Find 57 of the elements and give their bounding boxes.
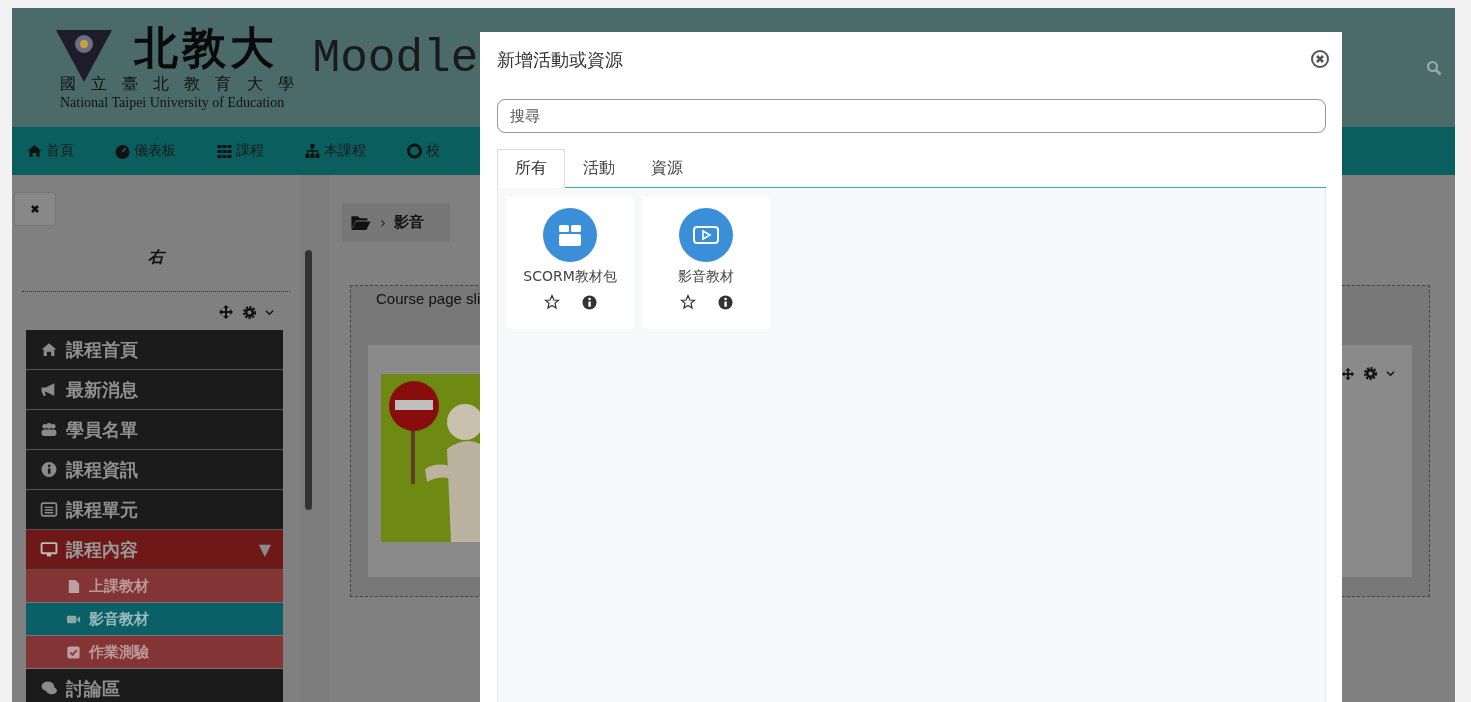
breadcrumb-link[interactable]: 影音 <box>394 213 424 232</box>
close-button[interactable] <box>14 192 56 226</box>
sitemap-icon <box>304 143 321 159</box>
tab[interactable]: 資源 <box>633 149 701 187</box>
info-icon[interactable] <box>717 294 733 310</box>
grid-icon <box>216 143 233 159</box>
caret-icon[interactable] <box>265 307 274 317</box>
close-icon[interactable] <box>1310 49 1330 69</box>
users-icon <box>40 421 58 438</box>
package-icon <box>543 208 597 262</box>
menu-item[interactable]: 討論區 <box>26 669 283 702</box>
caret-icon[interactable] <box>1386 369 1395 378</box>
checkbox-icon <box>66 644 81 660</box>
module-name: 影音教材 <box>678 268 734 286</box>
settings-icon[interactable] <box>242 304 257 320</box>
close-icon <box>30 204 40 214</box>
menu-item[interactable]: 課程首頁 <box>26 330 283 370</box>
info-icon <box>40 461 58 478</box>
module-card[interactable]: 影音教材 <box>642 197 770 329</box>
star-icon[interactable] <box>543 294 560 310</box>
submenu-item[interactable]: 上課教材 <box>26 570 283 603</box>
home-icon <box>40 341 58 358</box>
scrollbar[interactable] <box>305 250 312 510</box>
block-title: Course page sli <box>376 290 481 307</box>
list-icon <box>40 501 58 518</box>
settings-icon[interactable] <box>1363 366 1378 381</box>
lifebuoy-icon <box>406 143 423 159</box>
search-field[interactable]: 搜尋 <box>497 99 1326 133</box>
logo-title: 北教大 <box>134 24 279 72</box>
folder-icon[interactable] <box>350 214 372 231</box>
logo-english-name: National Taipei University of Education <box>60 95 286 111</box>
home-icon <box>26 143 43 159</box>
comments-icon <box>40 680 58 697</box>
tab[interactable]: 活動 <box>565 149 633 187</box>
tab[interactable]: 所有 <box>497 149 565 188</box>
menu-item[interactable]: 課程資訊 <box>26 450 283 490</box>
monitor-icon <box>40 541 58 558</box>
menu-item[interactable]: 最新消息 <box>26 370 283 410</box>
site-name: Moodle <box>312 32 479 85</box>
dashboard-icon <box>114 143 131 159</box>
expand-toggle[interactable]: ▼ <box>258 540 271 559</box>
info-icon[interactable] <box>581 294 597 310</box>
submenu-item[interactable]: 影音教材 <box>26 603 283 636</box>
menu-item[interactable]: 學員名單 <box>26 410 283 450</box>
block-title: 右 <box>148 247 164 268</box>
file-icon <box>66 578 81 594</box>
modal-title: 新增活動或資源 <box>497 48 623 72</box>
move-icon[interactable] <box>1341 366 1355 381</box>
menu-item[interactable]: 課程單元 <box>26 490 283 530</box>
module-card[interactable]: SCORM教材包 <box>506 197 634 329</box>
breadcrumb-separator: › <box>380 213 386 232</box>
module-name: SCORM教材包 <box>523 268 617 286</box>
menu-item[interactable]: 課程內容 ▼ <box>26 530 283 570</box>
star-icon[interactable] <box>679 294 696 310</box>
submenu-item[interactable]: 作業測驗 <box>26 636 283 669</box>
play-icon <box>679 208 733 262</box>
logo-subtitle: 國 立 臺 北 教 育 大 學 <box>60 74 299 95</box>
